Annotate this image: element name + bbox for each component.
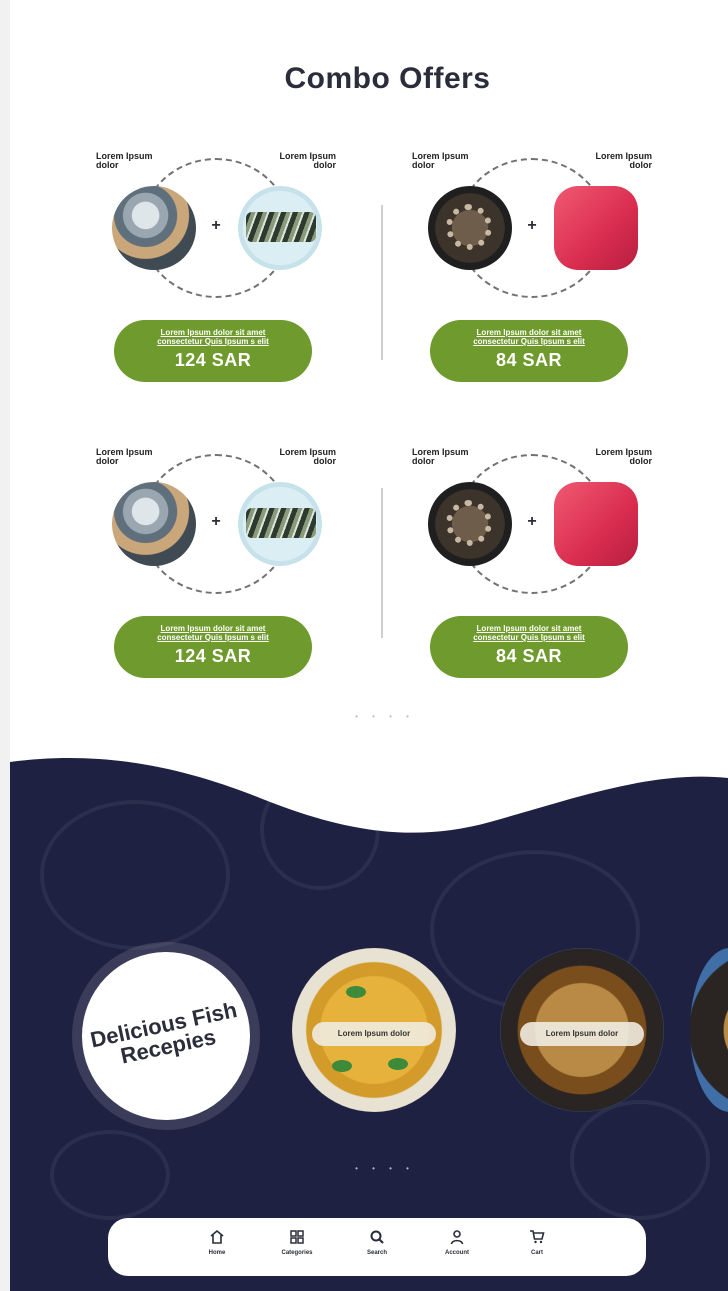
combo-description: Lorem Ipsum dolor sit amet consectetur Q… bbox=[473, 624, 585, 642]
page-title: Combo Offers bbox=[284, 62, 491, 95]
grid-icon bbox=[279, 1226, 315, 1248]
add-combo-button[interactable]: Lorem Ipsum dolor sit amet consectetur Q… bbox=[114, 616, 312, 678]
combo-card[interactable]: Lorem Ipsum dolor Lorem Ipsum dolor + Lo… bbox=[412, 152, 652, 392]
recipes-section: Delicious Fish Recepies Lorem Ipsum dolo… bbox=[10, 740, 728, 1291]
add-combo-button[interactable]: Lorem Ipsum dolor sit amet consectetur Q… bbox=[430, 616, 628, 678]
combo-description: Lorem Ipsum dolor sit amet consectetur Q… bbox=[473, 328, 585, 346]
sardine-icon[interactable] bbox=[238, 482, 322, 566]
recipe-label: Lorem Ipsum dolor bbox=[312, 1022, 436, 1046]
nav-cart[interactable]: Cart bbox=[519, 1226, 555, 1276]
sardine-icon[interactable] bbox=[238, 186, 322, 270]
nav-label: Account bbox=[445, 1250, 469, 1256]
recipe-label: Lorem Ipsum dolor bbox=[520, 1022, 644, 1046]
combo-price: 124 SAR bbox=[174, 350, 252, 370]
divider bbox=[381, 488, 383, 638]
shrimp-icon[interactable] bbox=[428, 482, 512, 566]
combo-pager-dots[interactable]: • • • • bbox=[0, 712, 728, 721]
combo-left-label: Lorem Ipsum dolor bbox=[412, 447, 469, 466]
nav-label: Home bbox=[208, 1250, 226, 1256]
plus-icon: + bbox=[211, 217, 221, 234]
combo-price: 84 SAR bbox=[495, 350, 563, 370]
nav-account[interactable]: Account bbox=[439, 1226, 475, 1276]
combo-right-label: Lorem Ipsum dolor bbox=[279, 151, 336, 170]
recipes-badge: Delicious Fish Recepies bbox=[66, 936, 266, 1136]
shrimp-icon[interactable] bbox=[428, 186, 512, 270]
fish-icon[interactable] bbox=[112, 482, 196, 566]
combo-price: 84 SAR bbox=[495, 646, 563, 666]
combo-description: Lorem Ipsum dolor sit amet consectetur Q… bbox=[157, 624, 269, 642]
cart-icon bbox=[519, 1226, 555, 1248]
swirl-pattern bbox=[260, 770, 380, 890]
recipe-card[interactable]: Lorem Ipsum dolor bbox=[500, 948, 664, 1112]
combo-description: Lorem Ipsum dolor sit amet consectetur Q… bbox=[157, 328, 269, 346]
combo-right-label: Lorem Ipsum dolor bbox=[279, 447, 336, 466]
combo-left-label: Lorem Ipsum dolor bbox=[412, 151, 469, 170]
swirl-pattern bbox=[50, 1130, 170, 1220]
nav-label: Cart bbox=[530, 1250, 543, 1256]
left-edge bbox=[0, 0, 10, 1291]
user-icon bbox=[439, 1226, 475, 1248]
nav-categories[interactable]: Categories bbox=[279, 1226, 315, 1276]
bottom-nav: Home Categories Search Account Cart bbox=[108, 1218, 646, 1276]
tuna-icon[interactable] bbox=[554, 482, 638, 566]
combo-price: 124 SAR bbox=[174, 646, 252, 666]
recipes-badge-text: Delicious Fish Recepies bbox=[88, 997, 240, 1069]
nav-home[interactable]: Home bbox=[199, 1226, 235, 1276]
nav-search[interactable]: Search bbox=[359, 1226, 395, 1276]
swirl-pattern bbox=[40, 800, 230, 950]
recipe-card[interactable]: Lorem Ipsum dolor bbox=[292, 948, 456, 1112]
nav-label: Categories bbox=[281, 1250, 313, 1256]
swirl-pattern bbox=[570, 1100, 710, 1220]
plus-icon: + bbox=[527, 217, 537, 234]
divider bbox=[381, 205, 383, 360]
search-icon bbox=[359, 1226, 395, 1248]
combo-left-label: Lorem Ipsum dolor bbox=[96, 447, 153, 466]
combo-right-label: Lorem Ipsum dolor bbox=[595, 447, 652, 466]
plus-icon: + bbox=[527, 513, 537, 530]
combo-card[interactable]: Lorem Ipsum dolor Lorem Ipsum dolor + Lo… bbox=[96, 448, 336, 688]
fish-icon[interactable] bbox=[112, 186, 196, 270]
home-icon bbox=[199, 1226, 235, 1248]
plus-icon: + bbox=[211, 513, 221, 530]
combo-card[interactable]: Lorem Ipsum dolor Lorem Ipsum dolor + Lo… bbox=[412, 448, 652, 688]
recipes-pager-dots[interactable]: • • • • bbox=[0, 1164, 728, 1173]
combo-right-label: Lorem Ipsum dolor bbox=[595, 151, 652, 170]
recipe-card-partial[interactable] bbox=[690, 948, 728, 1112]
nav-label: Search bbox=[366, 1250, 387, 1256]
combo-card[interactable]: Lorem Ipsum dolor Lorem Ipsum dolor + Lo… bbox=[96, 152, 336, 392]
add-combo-button[interactable]: Lorem Ipsum dolor sit amet consectetur Q… bbox=[114, 320, 312, 382]
tuna-icon[interactable] bbox=[554, 186, 638, 270]
combo-left-label: Lorem Ipsum dolor bbox=[96, 151, 153, 170]
combo-offers-screen: Combo Offers Lorem Ipsum dolor Lorem Ips… bbox=[0, 0, 728, 1291]
add-combo-button[interactable]: Lorem Ipsum dolor sit amet consectetur Q… bbox=[430, 320, 628, 382]
